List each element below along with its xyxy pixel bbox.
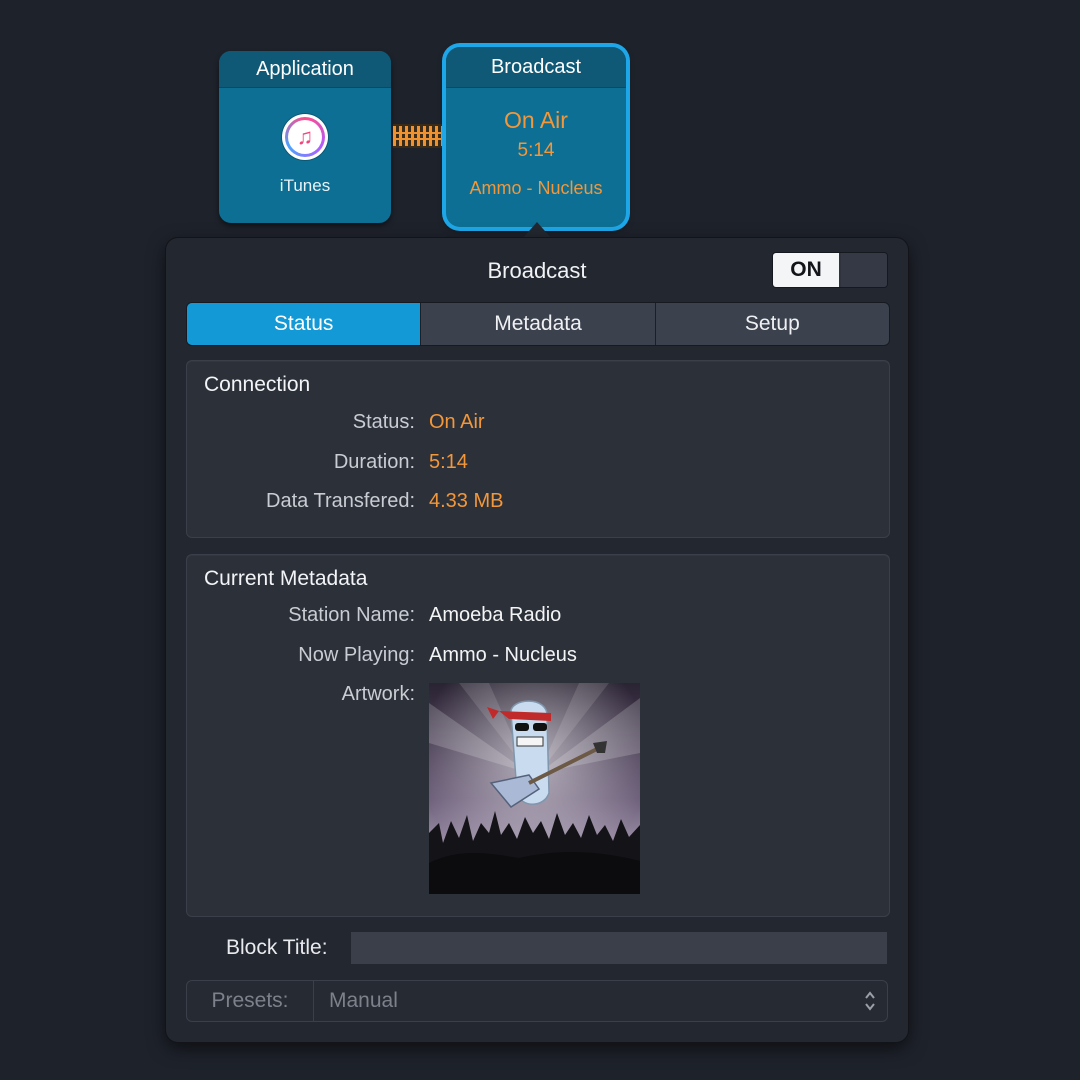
current-metadata-section: Current Metadata Station Name: Amoeba Ra… xyxy=(186,554,890,917)
block-title-label: Block Title: xyxy=(226,936,328,959)
broadcast-block-now-playing: Ammo - Nucleus xyxy=(469,178,603,198)
tab-setup[interactable]: Setup xyxy=(656,303,889,345)
block-connector xyxy=(393,124,445,148)
station-name-row: Station Name: Amoeba Radio xyxy=(187,604,889,630)
application-block[interactable]: Application ♫ iTunes xyxy=(219,51,391,223)
status-value: On Air xyxy=(429,411,485,433)
on-off-toggle[interactable]: ON xyxy=(772,252,888,288)
presets-select[interactable]: Presets: Manual xyxy=(186,980,888,1022)
application-name: iTunes xyxy=(279,176,331,195)
status-label: Status: xyxy=(352,411,415,433)
metadata-title: Current Metadata xyxy=(204,567,368,590)
album-artwork-image xyxy=(429,683,640,894)
broadcast-block[interactable]: Broadcast On Air 5:14 Ammo - Nucleus xyxy=(446,47,626,227)
block-title-input[interactable] xyxy=(351,932,887,964)
duration-value: 5:14 xyxy=(429,451,468,473)
duration-row: Duration: 5:14 xyxy=(187,451,889,477)
tab-status[interactable]: Status xyxy=(187,303,422,345)
toggle-on-label: ON xyxy=(773,253,839,287)
now-playing-row: Now Playing: Ammo - Nucleus xyxy=(187,644,889,670)
connection-title: Connection xyxy=(204,373,311,396)
tab-bar: Status Metadata Setup xyxy=(186,302,890,346)
status-row: Status: On Air xyxy=(187,411,889,437)
connection-section: Connection Status: On Air Duration: 5:14… xyxy=(186,360,890,538)
presets-value: Manual xyxy=(329,989,398,1012)
duration-label: Duration: xyxy=(333,451,415,473)
artwork-label: Artwork: xyxy=(341,683,415,705)
broadcast-popover: Broadcast ON Status Metadata Setup Conne… xyxy=(166,238,908,1042)
station-name-value: Amoeba Radio xyxy=(429,604,562,626)
data-transferred-value: 4.33 MB xyxy=(429,490,504,512)
now-playing-label: Now Playing: xyxy=(298,644,415,666)
application-block-header: Application xyxy=(219,51,391,88)
now-playing-value: Ammo - Nucleus xyxy=(429,644,577,666)
broadcast-block-header: Broadcast xyxy=(446,47,626,88)
data-transferred-label: Data Transfered: xyxy=(266,490,415,512)
popover-arrow xyxy=(522,222,552,239)
broadcast-block-duration: 5:14 xyxy=(517,140,555,161)
presets-label: Presets: xyxy=(187,981,314,1021)
itunes-icon: ♫ xyxy=(282,114,328,160)
chevron-updown-icon xyxy=(865,991,875,1011)
station-name-label: Station Name: xyxy=(288,604,415,626)
tab-metadata[interactable]: Metadata xyxy=(421,303,656,345)
data-transferred-row: Data Transfered: 4.33 MB xyxy=(187,490,889,516)
broadcast-block-status: On Air xyxy=(504,107,568,133)
toggle-off-area xyxy=(841,253,887,287)
